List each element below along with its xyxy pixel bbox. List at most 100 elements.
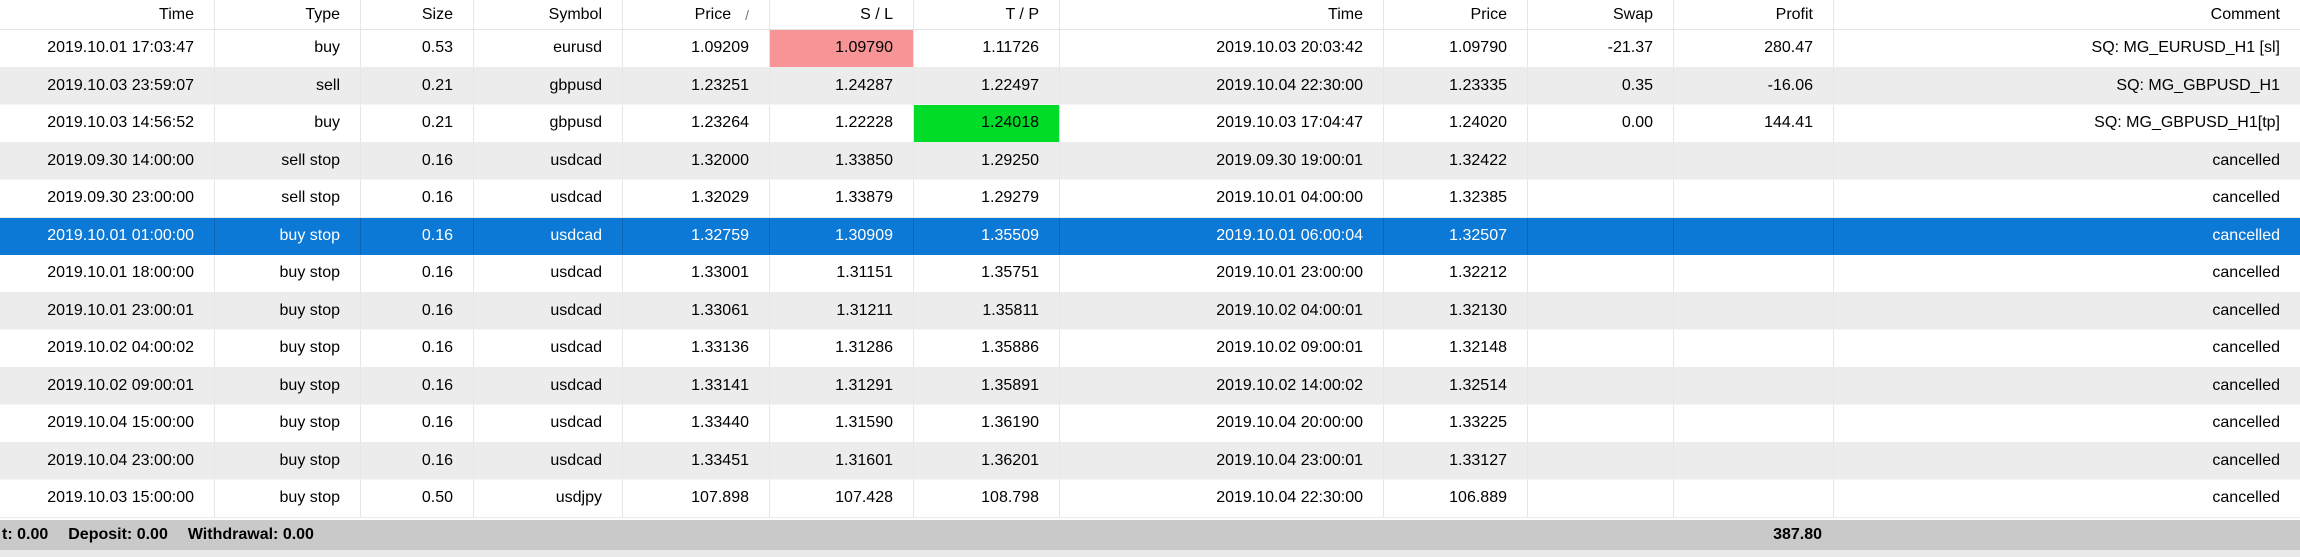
cell-open-time: 2019.10.01 18:00:00 xyxy=(0,255,215,292)
column-header-close-time[interactable]: Time xyxy=(1060,0,1384,29)
cell-comment: cancelled xyxy=(2212,414,2280,432)
cell-size: 0.21 xyxy=(361,105,474,142)
cell-sl: 1.31211 xyxy=(770,292,914,329)
cell-sl: 1.31601 xyxy=(770,442,914,479)
cell-open-price: 107.898 xyxy=(623,480,770,517)
table-row[interactable]: 2019.10.01 18:00:00 buy stop 0.16 usdcad 1.3… xyxy=(0,255,2300,293)
cell-close-time: 2019.10.02 09:00:01 xyxy=(1060,330,1384,367)
cell-close-time: 2019.10.02 14:00:02 xyxy=(1060,367,1384,404)
table-row[interactable]: 2019.10.03 14:56:52 buy 0.21 gbpusd 1.23264 1… xyxy=(0,105,2300,143)
cell-comment: cancelled xyxy=(2212,264,2280,282)
cell-close-price: 1.23335 xyxy=(1384,67,1528,104)
cell-comment: SQ: MG_EURUSD_H1 [sl] xyxy=(2091,39,2280,57)
cell-swap xyxy=(1528,480,1674,517)
cell-profit xyxy=(1674,292,1834,329)
cell-size: 0.16 xyxy=(361,180,474,217)
column-header-swap[interactable]: Swap xyxy=(1528,0,1674,29)
cell-comment: SQ: MG_GBPUSD_H1 xyxy=(2116,76,2280,94)
cell-open-time: 2019.10.03 14:56:52 xyxy=(0,105,215,142)
table-row[interactable]: 2019.10.02 09:00:01 buy stop 0.16 usdcad 1.3… xyxy=(0,367,2300,405)
summary-item: t: 0.00 xyxy=(2,525,49,543)
cell-tp: 1.35886 xyxy=(914,330,1060,367)
cell-swap xyxy=(1528,330,1674,367)
cell-open-time: 2019.10.01 01:00:00 xyxy=(0,217,215,254)
cell-close-price: 1.24020 xyxy=(1384,105,1528,142)
summary-footer: t: 0.00 Deposit: 0.00 Withdrawal: 0.00 387… xyxy=(0,517,2300,557)
cell-profit xyxy=(1674,180,1834,217)
cell-close-time: 2019.10.02 04:00:01 xyxy=(1060,292,1384,329)
column-header-comment[interactable]: Comment xyxy=(1834,0,2300,29)
cell-type: buy stop xyxy=(215,405,361,442)
column-header-close-price[interactable]: Price xyxy=(1384,0,1528,29)
cell-close-price: 1.33127 xyxy=(1384,442,1528,479)
column-header-type[interactable]: Type xyxy=(215,0,361,29)
cell-type: buy xyxy=(215,105,361,142)
column-header-tp[interactable]: T / P xyxy=(914,0,1060,29)
cell-open-price: 1.33136 xyxy=(623,330,770,367)
table-row[interactable]: 2019.10.01 17:03:47 buy 0.53 eurusd 1.09209 1… xyxy=(0,30,2300,68)
cell-symbol: usdcad xyxy=(474,367,623,404)
cell-open-time: 2019.09.30 14:00:00 xyxy=(0,142,215,179)
cell-size: 0.16 xyxy=(361,367,474,404)
cell-tp: 1.11726 xyxy=(914,30,1060,67)
table-row[interactable]: 2019.10.03 15:00:00 buy stop 0.50 usdjpy 107… xyxy=(0,480,2300,518)
column-header-symbol[interactable]: Symbol xyxy=(474,0,623,29)
cell-close-time: 2019.10.03 17:04:47 xyxy=(1060,105,1384,142)
column-header-size[interactable]: Size xyxy=(361,0,474,29)
cell-comment: cancelled xyxy=(2212,339,2280,357)
cell-size: 0.21 xyxy=(361,67,474,104)
cell-close-price: 106.889 xyxy=(1384,480,1528,517)
cell-type: sell stop xyxy=(215,180,361,217)
trade-history-table: Time Type Size Symbol Price / S / L T / P Time Pr… xyxy=(0,0,2300,557)
column-header-open-time[interactable]: Time xyxy=(0,0,215,29)
cell-open-price: 1.33451 xyxy=(623,442,770,479)
cell-type: buy stop xyxy=(215,217,361,254)
table-row[interactable]: 2019.10.03 23:59:07 sell 0.21 gbpusd 1.23251… xyxy=(0,67,2300,105)
cell-type: buy stop xyxy=(215,442,361,479)
column-header-sl[interactable]: S / L xyxy=(770,0,914,29)
cell-open-time: 2019.10.02 09:00:01 xyxy=(0,367,215,404)
table-row[interactable]: 2019.10.02 04:00:02 buy stop 0.16 usdcad 1.3… xyxy=(0,330,2300,368)
cell-tp: 1.29250 xyxy=(914,142,1060,179)
cell-close-price: 1.32212 xyxy=(1384,255,1528,292)
cell-open-price: 1.33001 xyxy=(623,255,770,292)
cell-open-price: 1.33061 xyxy=(623,292,770,329)
column-header-label: Time xyxy=(159,5,194,23)
cell-symbol: usdcad xyxy=(474,330,623,367)
cell-size: 0.50 xyxy=(361,480,474,517)
table-row[interactable]: 2019.10.04 23:00:00 buy stop 0.16 usdcad 1.3… xyxy=(0,442,2300,480)
cell-type: buy stop xyxy=(215,330,361,367)
cell-close-price: 1.09790 xyxy=(1384,30,1528,67)
cell-profit xyxy=(1674,480,1834,517)
cell-open-price: 1.32000 xyxy=(623,142,770,179)
cell-symbol: usdcad xyxy=(474,405,623,442)
cell-sl: 1.22228 xyxy=(770,105,914,142)
cell-swap xyxy=(1528,442,1674,479)
cell-profit xyxy=(1674,255,1834,292)
table-row[interactable]: 2019.10.01 23:00:01 buy stop 0.16 usdcad 1.3… xyxy=(0,292,2300,330)
cell-swap: 0.00 xyxy=(1528,105,1674,142)
column-header-profit[interactable]: Profit xyxy=(1674,0,1834,29)
cell-swap xyxy=(1528,180,1674,217)
cell-size: 0.16 xyxy=(361,442,474,479)
cell-open-price: 1.32029 xyxy=(623,180,770,217)
bottom-strip xyxy=(0,550,2300,557)
cell-swap xyxy=(1528,292,1674,329)
table-row[interactable]: 2019.10.04 15:00:00 buy stop 0.16 usdcad 1.3… xyxy=(0,405,2300,443)
cell-profit xyxy=(1674,367,1834,404)
cell-profit: 144.41 xyxy=(1674,105,1834,142)
cell-sl: 1.31590 xyxy=(770,405,914,442)
cell-sl: 1.31286 xyxy=(770,330,914,367)
cell-symbol: usdcad xyxy=(474,292,623,329)
cell-profit: -16.06 xyxy=(1674,67,1834,104)
cell-type: sell xyxy=(215,67,361,104)
cell-close-price: 1.32385 xyxy=(1384,180,1528,217)
cell-open-price: 1.33141 xyxy=(623,367,770,404)
table-row[interactable]: 2019.09.30 14:00:00 sell stop 0.16 usdcad 1.… xyxy=(0,142,2300,180)
table-row-selected[interactable]: 2019.10.01 01:00:00 buy stop 0.16 usdcad 1.3… xyxy=(0,217,2300,255)
table-row[interactable]: 2019.09.30 23:00:00 sell stop 0.16 usdcad 1.… xyxy=(0,180,2300,218)
column-header-label: Profit xyxy=(1775,5,1813,23)
cell-close-price: 1.33225 xyxy=(1384,405,1528,442)
column-header-open-price[interactable]: Price / xyxy=(623,0,770,29)
column-header-label: Price xyxy=(694,5,732,23)
